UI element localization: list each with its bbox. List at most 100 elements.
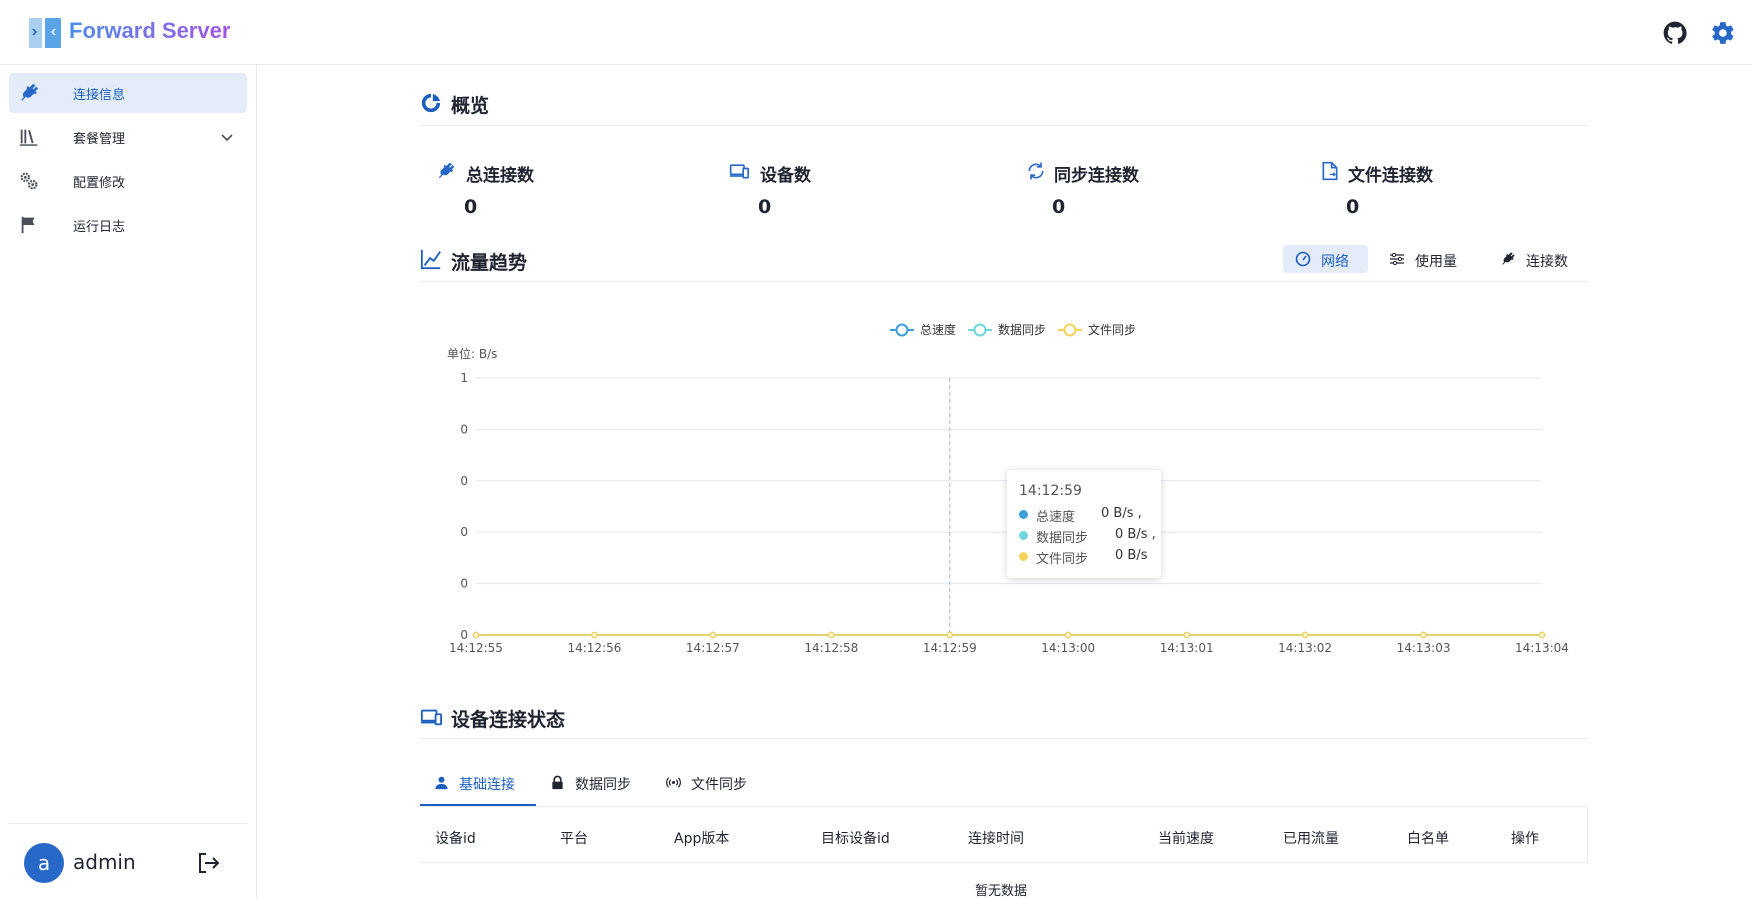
file-sync-icon xyxy=(1322,161,1338,181)
plug-icon xyxy=(21,83,39,101)
segment-network[interactable]: 网络 xyxy=(1283,245,1368,273)
tooltip-time: 14:12:59 xyxy=(1019,483,1082,499)
x-tick-label: 14:12:56 xyxy=(567,641,621,655)
flag-icon xyxy=(21,216,35,234)
stat-sync-connections-label: 同步连接数 xyxy=(1054,166,1139,186)
tab-data-sync[interactable]: 数据同步 xyxy=(536,770,652,806)
sidebar-item-plan-management[interactable]: 套餐管理 xyxy=(9,117,247,157)
column-header-whitelist: 白名单 xyxy=(1407,831,1449,847)
x-tick-label: 14:13:04 xyxy=(1515,641,1569,655)
tooltip-series-value: 0 B/s xyxy=(1115,548,1148,563)
data-point xyxy=(828,631,835,639)
x-tick-label: 14:13:01 xyxy=(1160,641,1214,655)
tab-label: 基础连接 xyxy=(459,777,515,793)
sidebar-divider xyxy=(9,823,247,824)
x-tick-label: 14:13:00 xyxy=(1041,641,1095,655)
stat-devices-value: 0 xyxy=(758,196,772,218)
stat-file-connections-label: 文件连接数 xyxy=(1348,166,1433,186)
library-icon xyxy=(19,129,38,146)
avatar[interactable]: a xyxy=(24,843,64,883)
y-axis-unit-label: 单位: B/s xyxy=(447,346,497,361)
tab-underline-track xyxy=(420,806,1588,807)
x-tick-label: 14:13:03 xyxy=(1397,641,1451,655)
github-icon[interactable] xyxy=(1662,20,1688,46)
tooltip-series-value: 0 B/s , xyxy=(1101,506,1142,521)
legend-marker xyxy=(1063,323,1077,337)
column-header-platform: 平台 xyxy=(560,831,588,847)
series-color-dot xyxy=(1019,531,1028,540)
tooltip-series-name: 数据同步 xyxy=(1036,531,1089,546)
y-tick-label: 0 xyxy=(460,422,468,436)
segment-label: 连接数 xyxy=(1526,254,1568,270)
sync-icon xyxy=(1028,162,1044,180)
sidebar-item-connection-info[interactable]: 连接信息 xyxy=(9,73,247,113)
column-header-connect-time: 连接时间 xyxy=(968,831,1024,847)
series-color-dot xyxy=(1019,552,1028,561)
x-tick-label: 14:12:59 xyxy=(923,641,977,655)
column-header-actions: 操作 xyxy=(1511,831,1539,847)
data-point xyxy=(1064,631,1072,639)
sliders-icon xyxy=(1390,252,1404,266)
legend-marker xyxy=(973,323,987,337)
sidebar: 连接信息 套餐管理 配置修改 运行日志 a admin xyxy=(0,65,257,898)
stat-sync-connections-value: 0 xyxy=(1052,196,1066,218)
tab-label: 文件同步 xyxy=(691,777,747,793)
tooltip-series-name: 总速度 xyxy=(1036,510,1076,525)
column-header-app-version: App版本 xyxy=(674,831,730,847)
traffic-title: 流量趋势 xyxy=(451,252,528,274)
sidebar-item-label: 运行日志 xyxy=(73,220,126,235)
table-empty-text: 暂无数据 xyxy=(975,884,1028,899)
data-point xyxy=(472,631,480,639)
data-point xyxy=(946,631,954,639)
top-bar: Forward Server xyxy=(0,0,1751,65)
data-point xyxy=(1538,631,1546,639)
stat-file-connections-value: 0 xyxy=(1346,196,1360,218)
tooltip-series-value: 0 B/s , xyxy=(1115,527,1156,542)
segment-label: 网络 xyxy=(1321,254,1349,270)
overview-title: 概览 xyxy=(451,95,490,117)
tab-file-sync[interactable]: 文件同步 xyxy=(652,770,768,806)
table-header-divider xyxy=(420,862,1588,863)
sidebar-item-config-edit[interactable]: 配置修改 xyxy=(9,161,247,201)
sidebar-item-label: 连接信息 xyxy=(73,88,126,103)
sidebar-item-runtime-log[interactable]: 运行日志 xyxy=(9,205,247,245)
device-status-title: 设备连接状态 xyxy=(451,709,566,731)
app-logo-icon xyxy=(29,18,61,48)
data-point xyxy=(1301,631,1309,639)
y-tick-label: 0 xyxy=(460,628,468,642)
series-color-dot xyxy=(1019,510,1028,519)
tooltip-series-name: 文件同步 xyxy=(1036,552,1089,567)
column-header-current-speed: 当前速度 xyxy=(1158,831,1214,847)
segment-connections[interactable]: 连接数 xyxy=(1488,245,1578,273)
logout-icon[interactable] xyxy=(196,851,220,875)
user-icon xyxy=(435,776,448,790)
y-tick-label: 0 xyxy=(460,525,468,539)
legend-label: 总速度 xyxy=(920,322,956,337)
trend-chart-icon xyxy=(420,249,441,270)
y-tick-label: 0 xyxy=(460,577,468,591)
segment-usage[interactable]: 使用量 xyxy=(1377,245,1467,273)
lock-icon xyxy=(552,775,563,790)
column-header-target-device-id: 目标设备id xyxy=(821,831,890,847)
data-point xyxy=(591,631,598,639)
chevron-down-icon[interactable] xyxy=(219,129,235,145)
stat-total-connections-value: 0 xyxy=(464,196,478,218)
data-point xyxy=(1420,631,1427,639)
legend-label: 数据同步 xyxy=(998,322,1046,337)
devices-icon xyxy=(729,164,749,179)
tooltip-row: 总速度 0 B/s , xyxy=(1019,505,1159,525)
overview-divider xyxy=(420,125,1588,126)
traffic-line-chart[interactable]: 0 0 0 0 0 1 单位: B/s 14:12:55 14:12:56 14:12:57 14:… xyxy=(420,310,1588,670)
stat-total-connections-label: 总连接数 xyxy=(466,166,534,186)
y-tick-label: 1 xyxy=(460,371,468,385)
y-tick-label: 0 xyxy=(460,474,468,488)
stat-devices-label: 设备数 xyxy=(760,166,811,186)
settings-gear-icon[interactable] xyxy=(1710,20,1736,46)
legend-label: 文件同步 xyxy=(1088,322,1136,337)
table-border xyxy=(1587,807,1588,863)
x-tick-label: 14:13:02 xyxy=(1278,641,1332,655)
x-tick-label: 14:12:55 xyxy=(449,641,503,655)
tab-basic-connection[interactable]: 基础连接 xyxy=(420,770,536,806)
chart-tooltip: 14:12:59 总速度 0 B/s , 数据同步 0 B/s , 文件同步 0… xyxy=(1007,470,1161,578)
user-name: admin xyxy=(73,850,136,874)
